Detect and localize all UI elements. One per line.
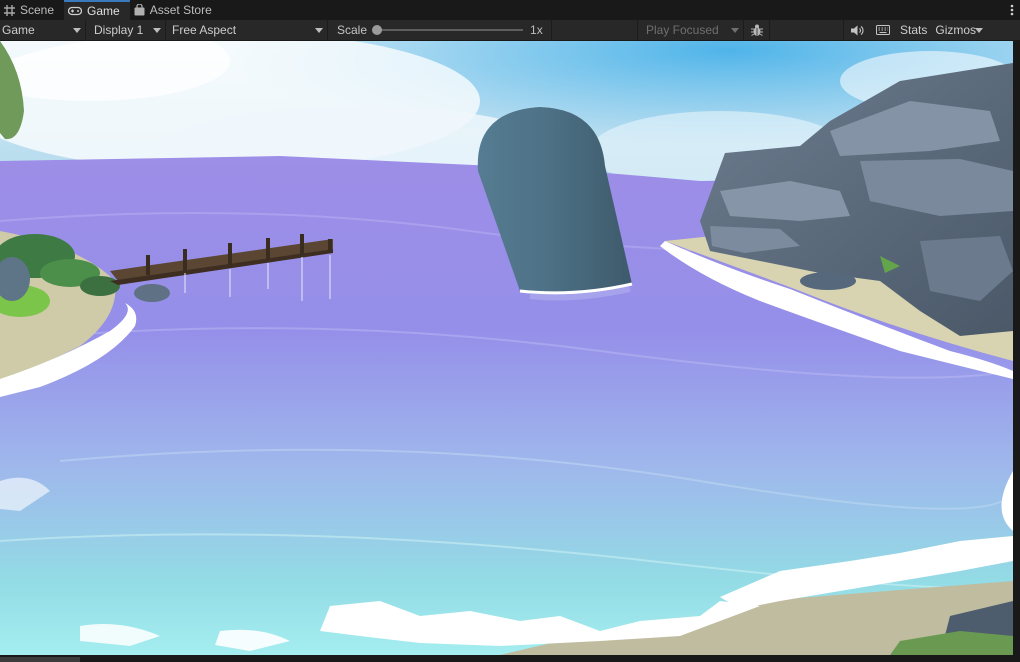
tab-game[interactable]: Game (64, 0, 130, 20)
scale-slider-thumb[interactable] (372, 25, 383, 35)
display-value: Display 1 (94, 23, 144, 37)
panel-border (1013, 41, 1020, 662)
keyboard-shortcuts-button[interactable] (870, 20, 896, 41)
chevron-down-icon (153, 27, 161, 33)
tab-scene-label: Scene (20, 3, 55, 17)
chevron-down-icon (315, 27, 323, 33)
keyboard-icon (876, 25, 890, 35)
game-view-toolbar: Game Display 1 Free Aspect Scale 1x Play… (0, 19, 1020, 41)
game-controller-icon (68, 6, 83, 16)
tab-game-label: Game (87, 4, 120, 18)
tab-asset-store-label: Asset Store (149, 3, 212, 17)
scale-slider[interactable] (372, 25, 524, 35)
speaker-icon (850, 25, 863, 35)
game-viewport[interactable] (0, 41, 1013, 655)
aspect-dropdown[interactable]: Free Aspect (166, 19, 328, 41)
view-mode-value: Game (2, 23, 35, 37)
scale-control: Scale 1x (328, 19, 552, 41)
chevron-down-icon (731, 27, 739, 33)
stats-button[interactable]: Stats (896, 23, 931, 37)
bug-icon (750, 24, 763, 36)
play-mode-value: Play Focused (646, 23, 719, 37)
toolbar-spacer (552, 19, 638, 41)
tab-scene[interactable]: Scene (0, 0, 64, 20)
window-tab-bar: Scene Game Asset Store (0, 0, 1020, 20)
gizmos-value: Gizmos (935, 23, 977, 37)
toolbar-spacer (770, 19, 844, 41)
scene-grid-icon (4, 4, 15, 16)
display-dropdown[interactable]: Display 1 (86, 19, 166, 41)
scale-label: Scale (337, 23, 368, 37)
shopping-bag-icon (134, 4, 145, 16)
aspect-value: Free Aspect (172, 23, 237, 37)
tab-asset-store[interactable]: Asset Store (130, 0, 222, 20)
chevron-down-icon (73, 27, 81, 33)
resize-handle[interactable] (0, 657, 80, 662)
play-mode-dropdown[interactable]: Play Focused (638, 19, 744, 41)
mute-audio-button[interactable] (844, 20, 870, 41)
chevron-down-icon (975, 27, 984, 33)
tab-menu-button[interactable] (1004, 0, 1020, 20)
debug-button[interactable] (744, 19, 770, 41)
panel-border (0, 655, 1013, 662)
scale-value: 1x (530, 23, 543, 37)
gizmos-dropdown[interactable]: Gizmos (931, 20, 987, 41)
view-mode-dropdown[interactable]: Game (0, 19, 86, 41)
kebab-menu-icon (1010, 4, 1014, 16)
game-render-view (0, 41, 1013, 655)
